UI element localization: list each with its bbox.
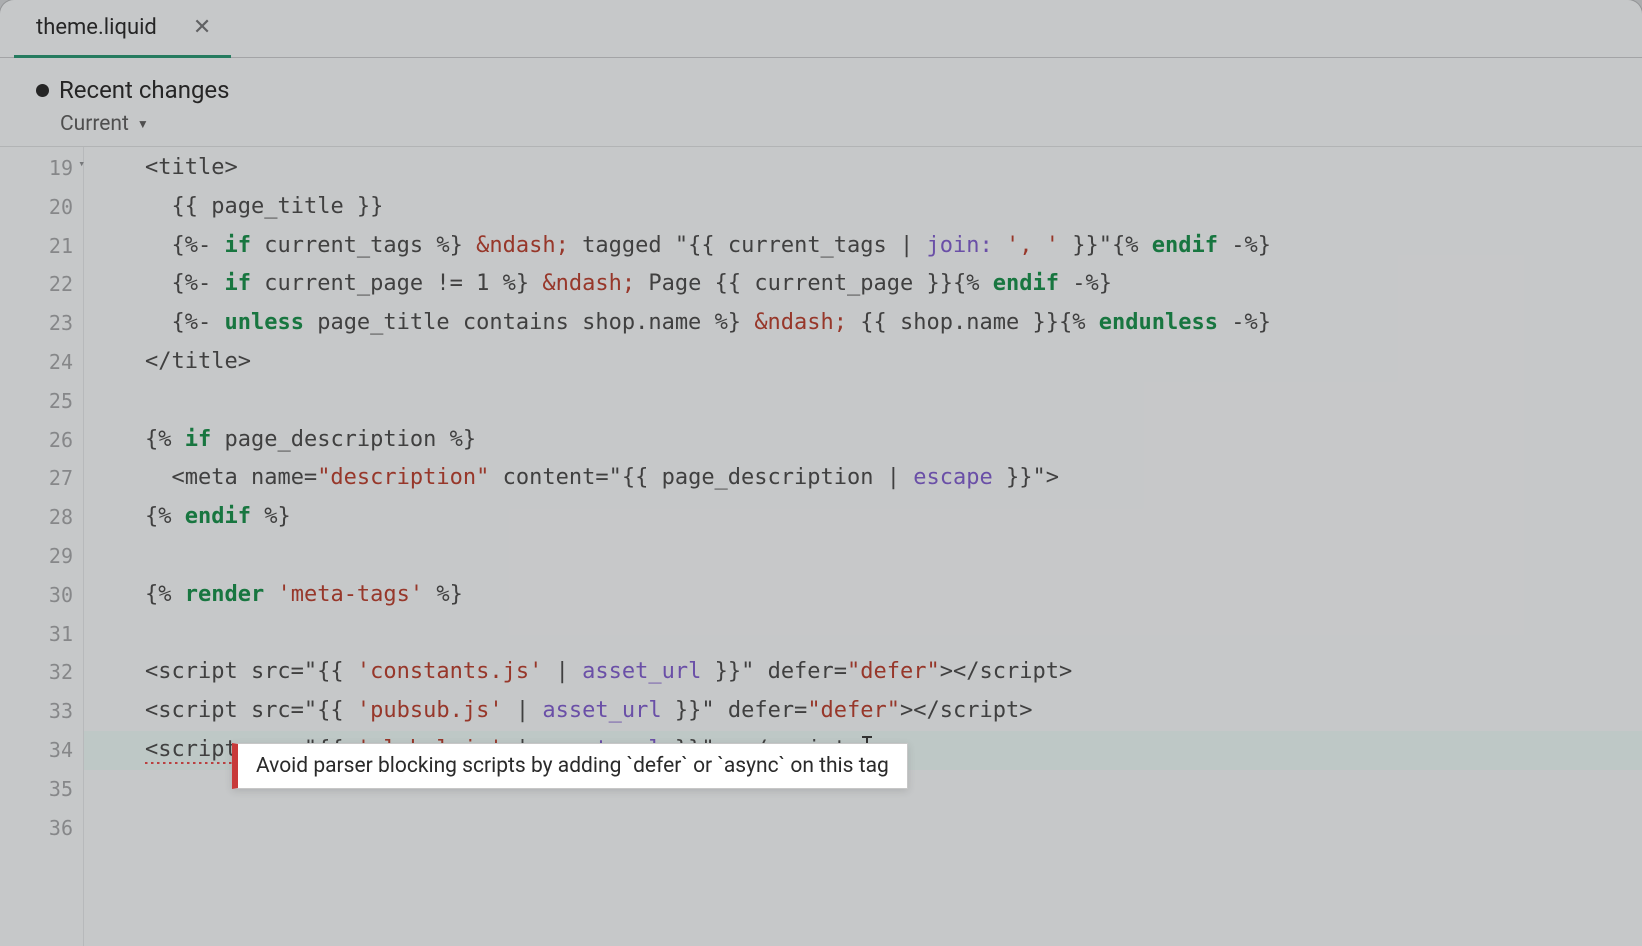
line-number: 28 <box>0 498 83 537</box>
code-line[interactable] <box>84 809 1642 848</box>
line-number: 33 <box>0 692 83 731</box>
code-line[interactable]: {%- if current_page != 1 %} &ndash; Page… <box>84 265 1642 304</box>
line-number: 30 <box>0 576 83 615</box>
line-number: 26 <box>0 421 83 460</box>
code-line[interactable]: {%- if current_tags %} &ndash; tagged "{… <box>84 227 1642 266</box>
caret-down-icon: ▼ <box>137 117 149 131</box>
code-line[interactable]: <meta name="description" content="{{ pag… <box>84 459 1642 498</box>
recent-changes-row: Recent changes <box>36 76 1622 104</box>
code-line[interactable]: <script src="{{ 'pubsub.js' | asset_url … <box>84 692 1642 731</box>
code-editor[interactable]: 19▾ 20 21 22 23 24 25 26 27 28 29 30 31 … <box>0 147 1642 946</box>
code-line[interactable] <box>84 537 1642 576</box>
line-number: 22 <box>0 265 83 304</box>
line-number: 20 <box>0 188 83 227</box>
tab-filename: theme.liquid <box>36 15 157 40</box>
code-line[interactable]: {% render 'meta-tags' %} <box>84 576 1642 615</box>
code-line[interactable]: <script src="{{ 'constants.js' | asset_u… <box>84 653 1642 692</box>
version-label: Current <box>60 112 129 136</box>
code-line[interactable]: <title> <box>84 149 1642 188</box>
code-line[interactable]: {% endif %} <box>84 498 1642 537</box>
line-number: 21 <box>0 227 83 266</box>
tab-bar: theme.liquid ✕ <box>0 0 1642 58</box>
line-number: 36 <box>0 809 83 848</box>
line-number: 35 <box>0 770 83 809</box>
line-number: 24 <box>0 343 83 382</box>
code-line[interactable]: {%- unless page_title contains shop.name… <box>84 304 1642 343</box>
line-number: 23 <box>0 304 83 343</box>
file-tab[interactable]: theme.liquid ✕ <box>14 0 231 58</box>
line-number: 25 <box>0 382 83 421</box>
code-line[interactable]: {% if page_description %} <box>84 421 1642 460</box>
lint-tooltip: Avoid parser blocking scripts by adding … <box>232 743 908 789</box>
lint-message: Avoid parser blocking scripts by adding … <box>256 754 889 778</box>
code-line[interactable]: </title> <box>84 343 1642 382</box>
tag: </title> <box>145 349 251 374</box>
code-area[interactable]: <title> {{ page_title }} {%- if current_… <box>84 147 1642 946</box>
code-line[interactable]: {{ page_title }} <box>84 188 1642 227</box>
version-dropdown[interactable]: Current ▼ <box>36 112 1622 136</box>
line-number: 27 <box>0 459 83 498</box>
unsaved-dot-icon <box>36 84 49 97</box>
editor-window: theme.liquid ✕ Recent changes Current ▼ … <box>0 0 1642 946</box>
line-number: 29 <box>0 537 83 576</box>
line-number: 31 <box>0 615 83 654</box>
line-number-gutter: 19▾ 20 21 22 23 24 25 26 27 28 29 30 31 … <box>0 147 84 946</box>
code-line[interactable] <box>84 615 1642 654</box>
close-icon[interactable]: ✕ <box>193 17 211 39</box>
line-number: 32 <box>0 653 83 692</box>
header: Recent changes Current ▼ <box>0 58 1642 147</box>
tag: <title> <box>145 155 238 180</box>
recent-changes-label: Recent changes <box>59 76 230 104</box>
line-number: 19▾ <box>0 149 83 188</box>
code-line[interactable] <box>84 382 1642 421</box>
line-number: 34 <box>0 731 83 770</box>
